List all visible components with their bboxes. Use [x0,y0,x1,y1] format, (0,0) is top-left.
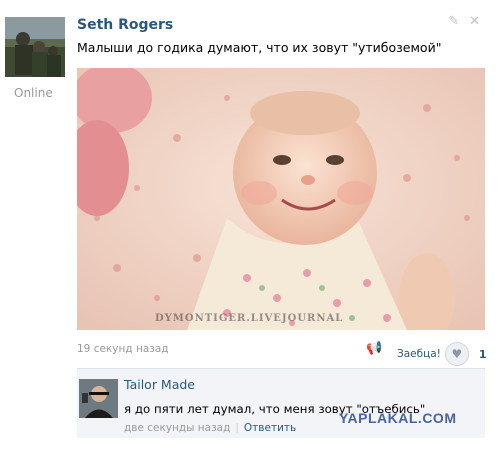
reply-link[interactable]: Ответить [244,422,296,434]
close-icon[interactable]: ✕ [469,14,480,29]
like-count: 1 [478,347,487,361]
share-megaphone-icon[interactable]: 📢 [366,341,382,356]
site-watermark: YAPLAKAL.COM [339,410,457,426]
post-timestamp[interactable]: 19 секунд назад [77,343,169,355]
photo-watermark: DYMONTIGER.LIVEJOURNAL [155,313,344,324]
post-text: Малыши до годика думают, что их зовут "у… [77,40,442,55]
comment-avatar-image [79,379,118,418]
pencil-icon[interactable]: ✎ [448,14,459,29]
comment-meta: две секунды назад | Ответить [124,422,296,434]
post-photo[interactable] [77,68,485,330]
online-status: Online [14,86,53,100]
baby-photo-image [77,68,485,330]
comment-author-link[interactable]: Tailor Made [124,377,195,392]
author-avatar-image [5,17,65,77]
comment: Tailor Made я до пяти лет думал, что мен… [77,368,485,438]
author-avatar[interactable] [5,17,65,77]
like-block[interactable]: Заебца! ♥ 1 [397,342,487,366]
like-label[interactable]: Заебца! [397,348,441,360]
comment-author-avatar[interactable] [79,379,118,418]
meta-separator: | [235,422,239,434]
like-heart-icon[interactable]: ♥ [444,342,469,366]
post-actions: ✎ ✕ [448,14,480,29]
comment-timestamp[interactable]: две секунды назад [124,422,230,434]
post-author-link[interactable]: Seth Rogers [77,17,173,33]
